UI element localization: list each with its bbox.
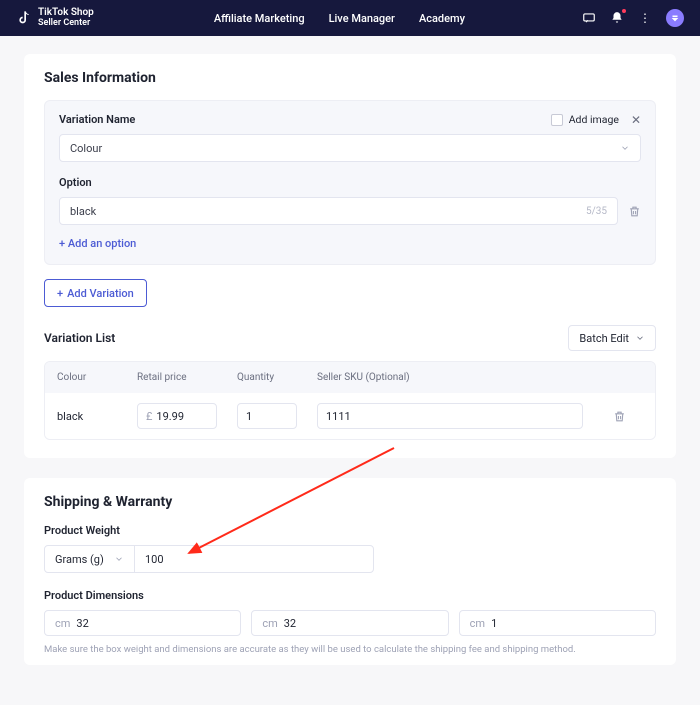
shipping-warranty-card: Shipping & Warranty Product Weight Grams… — [24, 478, 676, 665]
unit-label: cm — [55, 617, 70, 630]
sku-input[interactable]: 1111 — [317, 403, 583, 429]
price-value: 19.99 — [156, 410, 184, 423]
dimension-height-input[interactable]: cm 1 — [459, 610, 656, 636]
dimension-height-value: 1 — [491, 617, 497, 630]
variation-name-label: Variation Name — [59, 113, 135, 126]
brand-title: TikTok Shop — [38, 8, 94, 18]
product-weight-label: Product Weight — [44, 524, 656, 537]
batch-edit-button[interactable]: Batch Edit — [568, 325, 656, 351]
weight-row: Grams (g) 100 — [44, 545, 374, 573]
option-label: Option — [59, 176, 641, 189]
table-header: Colour Retail price Quantity Seller SKU … — [45, 362, 655, 393]
checkbox-icon — [551, 114, 563, 126]
price-input[interactable]: £ 19.99 — [137, 403, 217, 429]
variation-box: Variation Name Add image ✕ Colour Option — [44, 100, 656, 265]
chevron-down-icon — [635, 333, 645, 343]
weight-unit-select[interactable]: Grams (g) — [45, 546, 135, 572]
qty-value: 1 — [246, 410, 252, 423]
avatar[interactable] — [666, 9, 684, 27]
unit-label: cm — [470, 617, 485, 630]
weight-unit-value: Grams (g) — [55, 553, 104, 566]
th-sku: Seller SKU (Optional) — [317, 372, 613, 383]
tiktok-logo-icon — [16, 10, 32, 26]
weight-input[interactable]: 100 — [135, 546, 373, 572]
dimension-width-value: 32 — [284, 617, 296, 630]
variation-table: Colour Retail price Quantity Seller SKU … — [44, 361, 656, 440]
option-char-counter: 5/35 — [586, 206, 607, 217]
dimension-width-input[interactable]: cm 32 — [251, 610, 448, 636]
sku-value: 1111 — [326, 410, 351, 423]
sales-title: Sales Information — [44, 70, 656, 86]
nav-link-affiliate[interactable]: Affiliate Marketing — [214, 12, 305, 25]
add-image-checkbox[interactable]: Add image — [551, 113, 619, 126]
option-value-text: black — [70, 205, 96, 218]
currency-symbol: £ — [146, 410, 152, 423]
notification-dot-icon — [622, 9, 626, 13]
sales-information-card: Sales Information Variation Name Add ima… — [24, 54, 676, 458]
variation-list-title: Variation List — [44, 331, 115, 345]
nav-link-academy[interactable]: Academy — [419, 12, 465, 25]
option-input[interactable]: black 5/35 — [59, 197, 618, 225]
variation-name-select[interactable]: Colour — [59, 134, 641, 162]
brand[interactable]: TikTok Shop Seller Center — [16, 8, 94, 28]
add-variation-label: Add Variation — [67, 287, 134, 300]
add-option-button[interactable]: + Add an option — [59, 237, 641, 250]
cell-colour: black — [57, 410, 137, 423]
weight-value: 100 — [145, 553, 164, 566]
shipping-title: Shipping & Warranty — [44, 494, 656, 510]
chat-icon[interactable] — [582, 11, 596, 25]
variation-name-value: Colour — [70, 142, 102, 155]
close-icon[interactable]: ✕ — [631, 114, 641, 126]
add-variation-button[interactable]: + Add Variation — [44, 279, 147, 307]
th-colour: Colour — [57, 372, 137, 383]
bell-icon[interactable] — [610, 11, 624, 25]
unit-label: cm — [262, 617, 277, 630]
plus-icon: + — [57, 287, 63, 300]
th-qty: Quantity — [237, 372, 317, 383]
chevron-down-icon — [114, 554, 124, 564]
add-image-label: Add image — [569, 113, 619, 126]
dimensions-hint: Make sure the box weight and dimensions … — [44, 644, 656, 655]
product-dimensions-label: Product Dimensions — [44, 589, 656, 602]
chevron-down-icon — [620, 143, 630, 153]
trash-icon[interactable] — [613, 410, 643, 423]
top-nav: TikTok Shop Seller Center Affiliate Mark… — [0, 0, 700, 36]
brand-subtitle: Seller Center — [38, 18, 94, 28]
qty-input[interactable]: 1 — [237, 403, 297, 429]
nav-link-live-manager[interactable]: Live Manager — [329, 12, 395, 25]
batch-edit-label: Batch Edit — [579, 332, 629, 345]
trash-icon[interactable] — [628, 205, 641, 218]
dimension-length-value: 32 — [76, 617, 88, 630]
dimension-length-input[interactable]: cm 32 — [44, 610, 241, 636]
table-row: black £ 19.99 1 1111 — [45, 393, 655, 439]
more-icon[interactable]: ⋮ — [638, 11, 652, 25]
th-price: Retail price — [137, 372, 237, 383]
